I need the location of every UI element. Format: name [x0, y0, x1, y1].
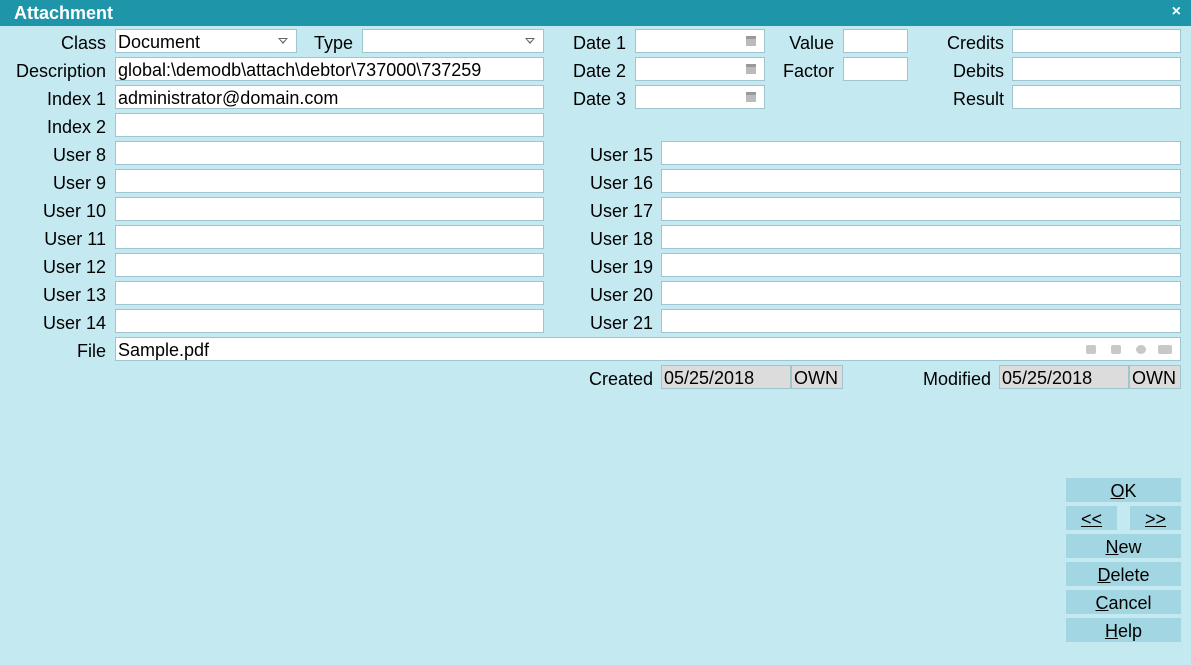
- user20-label: User 20: [589, 285, 653, 305]
- next-button[interactable]: >>: [1129, 505, 1182, 531]
- debits-label: Debits: [952, 61, 1004, 81]
- chevron-down-icon: [525, 38, 535, 44]
- result-field[interactable]: [1012, 85, 1181, 109]
- date1-label: Date 1: [572, 33, 626, 53]
- type-select[interactable]: [362, 29, 544, 53]
- user10-label: User 10: [42, 201, 106, 221]
- user21-label: User 21: [589, 313, 653, 333]
- user15-field[interactable]: [661, 141, 1181, 165]
- user12-label: User 12: [42, 257, 106, 277]
- user18-field[interactable]: [661, 225, 1181, 249]
- user14-label: User 14: [42, 313, 106, 333]
- user19-field[interactable]: [661, 253, 1181, 277]
- user18-label: User 18: [589, 229, 653, 249]
- gear-icon[interactable]: [1136, 345, 1146, 354]
- close-icon[interactable]: ×: [1172, 3, 1181, 21]
- calendar-icon[interactable]: [746, 92, 756, 102]
- user11-label: User 11: [44, 229, 106, 249]
- user20-field[interactable]: [661, 281, 1181, 305]
- key-lock-icon[interactable]: [1158, 345, 1172, 354]
- user19-label: User 19: [589, 257, 653, 277]
- user14-field[interactable]: [115, 309, 544, 333]
- file-value: Sample.pdf: [118, 340, 210, 360]
- index2-field[interactable]: [115, 113, 544, 137]
- user17-label: User 17: [589, 201, 653, 221]
- previous-button[interactable]: <<: [1065, 505, 1118, 531]
- user11-field[interactable]: [115, 225, 544, 249]
- window-title: Attachment: [14, 3, 114, 23]
- date3-field[interactable]: [635, 85, 765, 109]
- user16-field[interactable]: [661, 169, 1181, 193]
- index1-field[interactable]: administrator@domain.com: [115, 85, 544, 109]
- date2-field[interactable]: [635, 57, 765, 81]
- value-label: Value: [789, 33, 834, 53]
- created-label: Created: [588, 369, 653, 389]
- description-field[interactable]: global:\demodb\attach\debtor\737000\7372…: [115, 57, 544, 81]
- modified-by: OWN: [1129, 365, 1181, 389]
- file-field[interactable]: Sample.pdf: [115, 337, 1181, 361]
- index2-label: Index 2: [46, 117, 106, 137]
- user12-field[interactable]: [115, 253, 544, 277]
- index1-label: Index 1: [46, 89, 106, 109]
- calendar-icon[interactable]: [746, 64, 756, 74]
- cancel-button[interactable]: Cancel: [1065, 589, 1182, 615]
- calendar-icon[interactable]: [746, 36, 756, 46]
- created-date: 05/25/2018: [661, 365, 791, 389]
- type-label: Type: [313, 33, 353, 53]
- print-icon[interactable]: [1111, 345, 1121, 354]
- created-by: OWN: [791, 365, 843, 389]
- title-bar: Attachment ×: [0, 0, 1191, 26]
- delete-button[interactable]: Delete: [1065, 561, 1182, 587]
- user13-label: User 13: [42, 285, 106, 305]
- credits-label: Credits: [946, 33, 1004, 53]
- modified-label: Modified: [922, 369, 991, 389]
- factor-field[interactable]: [843, 57, 908, 81]
- debits-field[interactable]: [1012, 57, 1181, 81]
- modified-date: 05/25/2018: [999, 365, 1129, 389]
- user9-label: User 9: [52, 173, 106, 193]
- date1-field[interactable]: [635, 29, 765, 53]
- result-label: Result: [952, 89, 1004, 109]
- factor-label: Factor: [782, 61, 834, 81]
- description-label: Description: [15, 61, 106, 81]
- file-label: File: [76, 341, 106, 361]
- folder-open-icon[interactable]: [1086, 345, 1096, 354]
- user8-field[interactable]: [115, 141, 544, 165]
- date3-label: Date 3: [572, 89, 626, 109]
- credits-field[interactable]: [1012, 29, 1181, 53]
- user16-label: User 16: [589, 173, 653, 193]
- ok-button[interactable]: OK: [1065, 477, 1182, 503]
- class-select[interactable]: Document: [115, 29, 297, 53]
- class-label: Class: [60, 33, 106, 53]
- user9-field[interactable]: [115, 169, 544, 193]
- user8-label: User 8: [52, 145, 106, 165]
- user17-field[interactable]: [661, 197, 1181, 221]
- user13-field[interactable]: [115, 281, 544, 305]
- help-button[interactable]: Help: [1065, 617, 1182, 643]
- class-value: Document: [118, 32, 201, 52]
- date2-label: Date 2: [572, 61, 626, 81]
- new-button[interactable]: New: [1065, 533, 1182, 559]
- value-field[interactable]: [843, 29, 908, 53]
- user15-label: User 15: [589, 145, 653, 165]
- user21-field[interactable]: [661, 309, 1181, 333]
- chevron-down-icon: [278, 38, 288, 44]
- user10-field[interactable]: [115, 197, 544, 221]
